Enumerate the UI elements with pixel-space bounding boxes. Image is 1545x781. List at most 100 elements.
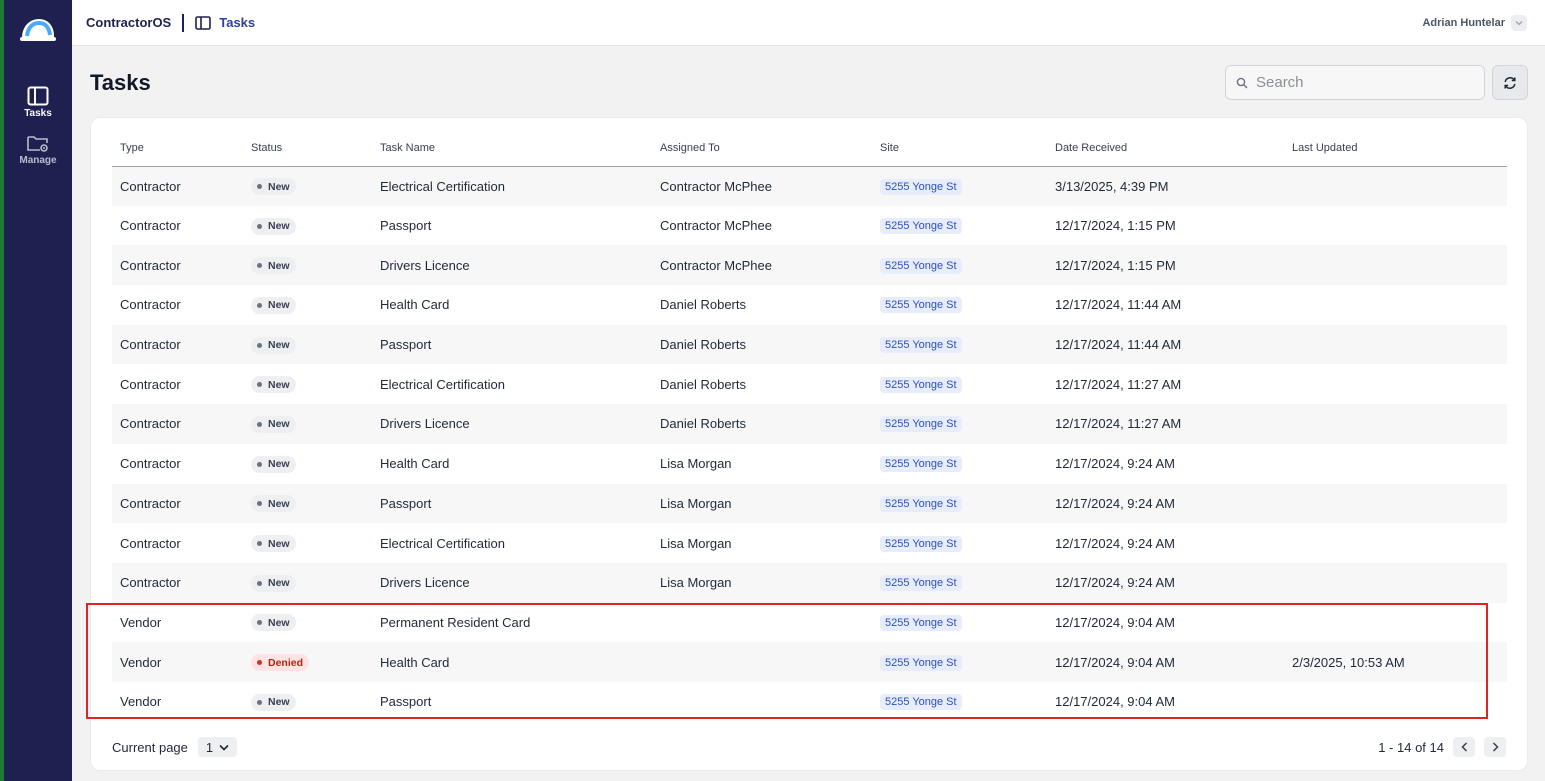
cell-date-received: 12/17/2024, 1:15 PM [1047, 245, 1284, 286]
chevron-down-icon[interactable] [1511, 14, 1527, 31]
search-input[interactable] [1256, 74, 1476, 91]
cell-last-updated [1284, 324, 1507, 365]
refresh-button[interactable] [1492, 65, 1528, 100]
table-row[interactable]: Contractor New Health Card Lisa Morgan 5255 … [112, 443, 1507, 484]
site-tag[interactable]: 5255 Yonge St [880, 297, 962, 314]
status-badge: New [251, 614, 296, 632]
site-tag[interactable]: 5255 Yonge St [880, 654, 962, 671]
cell-last-updated [1284, 681, 1507, 722]
column-header-assigned-to[interactable]: Assigned To [652, 130, 872, 167]
status-dot-icon [257, 699, 262, 705]
cell-last-updated [1284, 166, 1507, 206]
pagination: Current page 1 1 - 14 of 14 [112, 737, 1506, 757]
table-row[interactable]: Contractor New Electrical Certification Lis… [112, 523, 1507, 563]
site-tag[interactable]: 5255 Yonge St [880, 495, 962, 512]
cell-site: 5255 Yonge St [872, 245, 1047, 286]
site-tag[interactable]: 5255 Yonge St [880, 456, 962, 473]
status-text: New [268, 418, 290, 431]
sidebar-panel-icon [27, 86, 49, 106]
table-row[interactable]: Vendor Denied Health Card 5255 Yonge St 12/1… [112, 642, 1507, 682]
column-header-type[interactable]: Type [112, 130, 243, 167]
breadcrumb-label: Tasks [219, 15, 256, 30]
table-row[interactable]: Contractor New Drivers Licence Contractor M… [112, 245, 1507, 286]
cell-site: 5255 Yonge St [872, 166, 1047, 206]
site-tag[interactable]: 5255 Yonge St [880, 178, 962, 195]
top-bar: ContractorOS Tasks Adrian Huntelar [72, 0, 1545, 46]
table-row[interactable]: Vendor New Passport 5255 Yonge St 12/17/2024… [112, 681, 1507, 722]
cell-type: Contractor [112, 404, 243, 444]
table-row[interactable]: Contractor New Health Card Daniel Roberts 52… [112, 285, 1507, 325]
status-text: New [268, 497, 290, 510]
cell-task-name: Passport [372, 205, 652, 246]
cell-status: New [243, 443, 372, 484]
sidebar-item-label: Manage [19, 155, 57, 166]
table-row[interactable]: Contractor New Electrical Certification Dan… [112, 364, 1507, 405]
cell-status: New [243, 523, 372, 563]
status-dot-icon [257, 302, 262, 308]
table-row[interactable]: Vendor New Permanent Resident Card 5255 Yon… [112, 602, 1507, 643]
cell-site: 5255 Yonge St [872, 562, 1047, 603]
hardhat-logo-icon[interactable] [18, 14, 58, 46]
sidebar-item-label: Tasks [24, 108, 52, 119]
page-select[interactable]: 1 [197, 737, 238, 757]
status-text: New [268, 537, 290, 550]
sidebar-panel-icon [195, 15, 212, 30]
cell-date-received: 12/17/2024, 9:24 AM [1047, 562, 1284, 603]
column-header-date-received[interactable]: Date Received [1047, 130, 1284, 167]
cell-type: Contractor [112, 483, 243, 524]
cell-type: Vendor [112, 681, 243, 722]
cell-last-updated [1284, 205, 1507, 246]
cell-site: 5255 Yonge St [872, 483, 1047, 524]
cell-site: 5255 Yonge St [872, 681, 1047, 722]
breadcrumb-divider [182, 13, 185, 32]
status-text: New [268, 339, 290, 352]
cell-type: Contractor [112, 166, 243, 206]
app-name[interactable]: ContractorOS [86, 15, 171, 30]
user-menu[interactable]: Adrian Huntelar [1422, 14, 1527, 31]
cell-assigned-to: Lisa Morgan [652, 523, 872, 563]
status-text: New [268, 616, 290, 629]
column-header-task-name[interactable]: Task Name [372, 130, 652, 167]
cell-date-received: 12/17/2024, 11:44 AM [1047, 324, 1284, 365]
cell-type: Contractor [112, 562, 243, 603]
cell-site: 5255 Yonge St [872, 324, 1047, 365]
table-row[interactable]: Contractor New Passport Contractor McPhee 52… [112, 205, 1507, 246]
site-tag[interactable]: 5255 Yonge St [880, 218, 962, 235]
search-box[interactable] [1225, 65, 1485, 100]
sidebar-item-tasks[interactable]: Tasks [24, 86, 52, 119]
previous-page-button[interactable] [1453, 737, 1475, 757]
cell-date-received: 12/17/2024, 9:04 AM [1047, 681, 1284, 722]
table-row[interactable]: Contractor New Electrical Certification Con… [112, 166, 1507, 206]
site-tag[interactable]: 5255 Yonge St [880, 614, 962, 631]
column-header-site[interactable]: Site [872, 130, 1047, 167]
table-row[interactable]: Contractor New Drivers Licence Lisa Morgan 5… [112, 562, 1507, 603]
table-row[interactable]: Contractor New Drivers Licence Daniel Rober… [112, 404, 1507, 444]
cell-date-received: 12/17/2024, 9:24 AM [1047, 483, 1284, 524]
site-tag[interactable]: 5255 Yonge St [880, 337, 962, 354]
status-text: New [268, 696, 290, 709]
cell-last-updated [1284, 404, 1507, 444]
status-dot-icon [257, 263, 262, 269]
cell-task-name: Electrical Certification [372, 523, 652, 563]
sidebar-item-manage[interactable]: Manage [19, 133, 57, 166]
cell-last-updated [1284, 364, 1507, 405]
cell-type: Contractor [112, 523, 243, 563]
site-tag[interactable]: 5255 Yonge St [880, 694, 962, 711]
site-tag[interactable]: 5255 Yonge St [880, 257, 962, 274]
column-header-status[interactable]: Status [243, 130, 372, 167]
site-tag[interactable]: 5255 Yonge St [880, 376, 962, 393]
cell-assigned-to: Daniel Roberts [652, 404, 872, 444]
breadcrumb[interactable]: Tasks [195, 15, 255, 30]
next-page-button[interactable] [1484, 737, 1506, 757]
cell-date-received: 3/13/2025, 4:39 PM [1047, 166, 1284, 206]
site-tag[interactable]: 5255 Yonge St [880, 535, 962, 552]
table-row[interactable]: Contractor New Passport Lisa Morgan 5255 Yon… [112, 483, 1507, 524]
status-dot-icon [257, 620, 262, 626]
site-tag[interactable]: 5255 Yonge St [880, 416, 962, 433]
status-badge: New [251, 535, 296, 553]
table-row[interactable]: Contractor New Passport Daniel Roberts 5255 … [112, 324, 1507, 365]
cell-status: New [243, 681, 372, 722]
page-title: Tasks [90, 70, 151, 95]
site-tag[interactable]: 5255 Yonge St [880, 575, 962, 592]
column-header-last-updated[interactable]: Last Updated [1284, 130, 1507, 167]
